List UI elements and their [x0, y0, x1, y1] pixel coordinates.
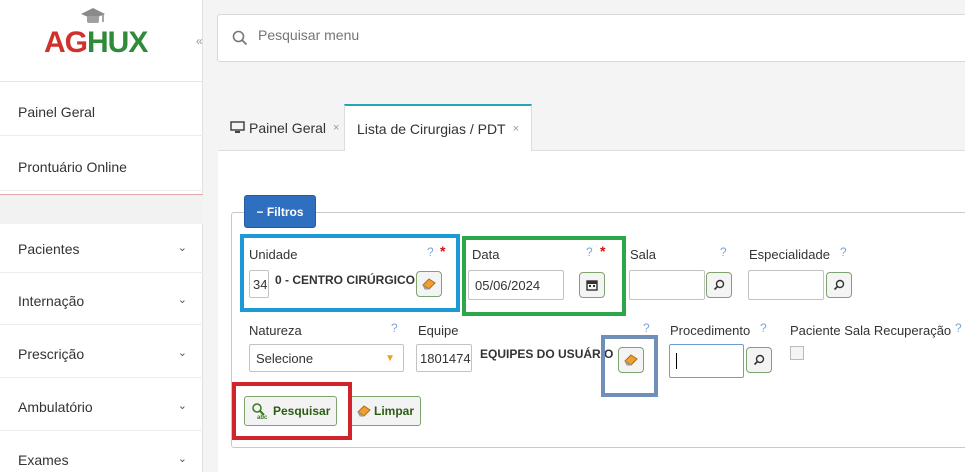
- top-bar: [203, 0, 965, 86]
- sidebar-item-prontuario-online[interactable]: Prontuário Online: [0, 143, 203, 191]
- filters-toggle-label: Filtros: [266, 204, 304, 219]
- chevron-down-icon: ⌄: [177, 400, 187, 412]
- chevron-down-icon: ⌄: [177, 242, 187, 254]
- sidebar-item-label: Ambulatório: [18, 398, 93, 415]
- search-icon: [833, 279, 845, 291]
- chevron-down-icon: ⌄: [177, 347, 187, 359]
- sidebar-item-internacao[interactable]: Internação ⌄: [0, 277, 203, 325]
- help-icon[interactable]: ?: [643, 321, 650, 335]
- sidebar-item-label: Exames: [18, 452, 69, 468]
- search-icon: [753, 354, 765, 366]
- eraser-icon: [357, 405, 371, 417]
- close-tab-icon[interactable]: ×: [333, 122, 339, 134]
- help-icon[interactable]: ?: [391, 321, 398, 335]
- equipe-label: Equipe: [418, 323, 459, 338]
- close-tab-icon[interactable]: ×: [513, 123, 519, 135]
- especialidade-lookup-button[interactable]: [826, 272, 852, 298]
- dropdown-arrow-icon: ▼: [385, 352, 395, 364]
- tab-label: Painel Geral: [249, 119, 327, 136]
- unidade-label: Unidade: [249, 247, 298, 262]
- collapse-sidebar-button[interactable]: «: [196, 34, 203, 48]
- pesquisar-label: Pesquisar: [273, 404, 331, 418]
- search-icon: [713, 279, 725, 291]
- tab-painel-geral[interactable]: Painel Geral ×: [218, 104, 351, 151]
- clear-unidade-button[interactable]: [416, 271, 442, 297]
- required-marker: *: [600, 243, 606, 259]
- sidebar-item-label: Prescrição: [18, 345, 85, 362]
- natureza-select[interactable]: Selecione ▼: [249, 344, 404, 372]
- equipe-code-field[interactable]: 1801474: [416, 344, 472, 372]
- menu-search-box[interactable]: [217, 14, 965, 62]
- tab-label: Lista de Cirurgias / PDT: [357, 121, 506, 137]
- main-content: − Filtros Unidade ? * 34 0 - CENTRO CIRÚ…: [218, 151, 965, 472]
- filters-toggle-button[interactable]: − Filtros: [244, 195, 316, 228]
- eraser-icon: [624, 354, 638, 366]
- search-icon: [232, 30, 248, 46]
- especialidade-field[interactable]: [748, 270, 824, 300]
- sidebar-item-painel-geral[interactable]: Painel Geral: [0, 88, 203, 136]
- help-icon[interactable]: ?: [427, 245, 434, 259]
- procedimento-lookup-button[interactable]: [746, 347, 772, 373]
- sala-lookup-button[interactable]: [706, 272, 732, 298]
- sidebar-item-pacientes[interactable]: Pacientes ⌄: [0, 225, 203, 273]
- sidebar: AGHUX « Painel Geral Prontuário Online P…: [0, 0, 203, 472]
- required-marker: *: [440, 243, 446, 259]
- limpar-label: Limpar: [374, 404, 415, 418]
- sidebar-divider: [0, 194, 203, 224]
- calendar-icon: [586, 280, 598, 291]
- pesquisar-button[interactable]: abc Pesquisar: [244, 396, 338, 426]
- graduation-cap-icon: [81, 8, 105, 23]
- equipe-value: EQUIPES DO USUÁRIO: [480, 347, 614, 361]
- help-icon[interactable]: ?: [840, 245, 847, 259]
- menu-search-input[interactable]: [258, 27, 758, 43]
- sidebar-item-label: Painel Geral: [18, 103, 96, 120]
- help-icon[interactable]: ?: [586, 245, 593, 259]
- natureza-value: Selecione: [256, 350, 314, 366]
- sidebar-item-label: Internação: [18, 292, 85, 309]
- paciente-sala-recuperacao-label: Paciente Sala Recuperação: [790, 323, 952, 338]
- svg-text:abc: abc: [257, 415, 268, 420]
- help-icon[interactable]: ?: [720, 245, 727, 259]
- text-cursor: [676, 353, 677, 369]
- logo[interactable]: AGHUX: [0, 0, 203, 82]
- chevron-down-icon: ⌄: [177, 294, 187, 306]
- especialidade-label: Especialidade: [749, 247, 830, 262]
- unidade-code-field[interactable]: 34: [249, 270, 269, 298]
- procedimento-field[interactable]: [669, 344, 744, 378]
- minus-icon: −: [256, 204, 264, 219]
- monitor-icon: [230, 121, 245, 133]
- limpar-button[interactable]: Limpar: [349, 396, 422, 426]
- sidebar-item-label: Prontuário Online: [18, 158, 127, 175]
- natureza-label: Natureza: [249, 323, 302, 338]
- clear-equipe-button[interactable]: [618, 347, 644, 373]
- sidebar-item-label: Pacientes: [18, 240, 80, 257]
- sidebar-item-exames[interactable]: Exames ⌄: [0, 436, 203, 472]
- calendar-button[interactable]: [579, 272, 605, 298]
- procedimento-label: Procedimento: [670, 323, 751, 338]
- unidade-value: 0 - CENTRO CIRÚRGICO: [275, 273, 416, 287]
- sala-label: Sala: [630, 247, 657, 262]
- logo-text: AGHUX: [44, 26, 148, 59]
- data-field[interactable]: 05/06/2024: [468, 270, 564, 300]
- search-abc-icon: abc: [252, 403, 268, 420]
- paciente-sala-recuperacao-checkbox[interactable]: [790, 346, 804, 360]
- tab-bar: Painel Geral × Lista de Cirurgias / PDT …: [218, 104, 965, 152]
- help-icon[interactable]: ?: [955, 321, 962, 335]
- data-label: Data: [472, 247, 500, 262]
- tab-lista-cirurgias[interactable]: Lista de Cirurgias / PDT ×: [344, 104, 533, 152]
- chevron-down-icon: ⌄: [177, 453, 187, 465]
- sala-field[interactable]: [629, 270, 705, 300]
- sidebar-item-ambulatorio[interactable]: Ambulatório ⌄: [0, 383, 203, 431]
- eraser-icon: [422, 278, 436, 290]
- sidebar-item-prescricao[interactable]: Prescrição ⌄: [0, 330, 203, 378]
- help-icon[interactable]: ?: [760, 321, 767, 335]
